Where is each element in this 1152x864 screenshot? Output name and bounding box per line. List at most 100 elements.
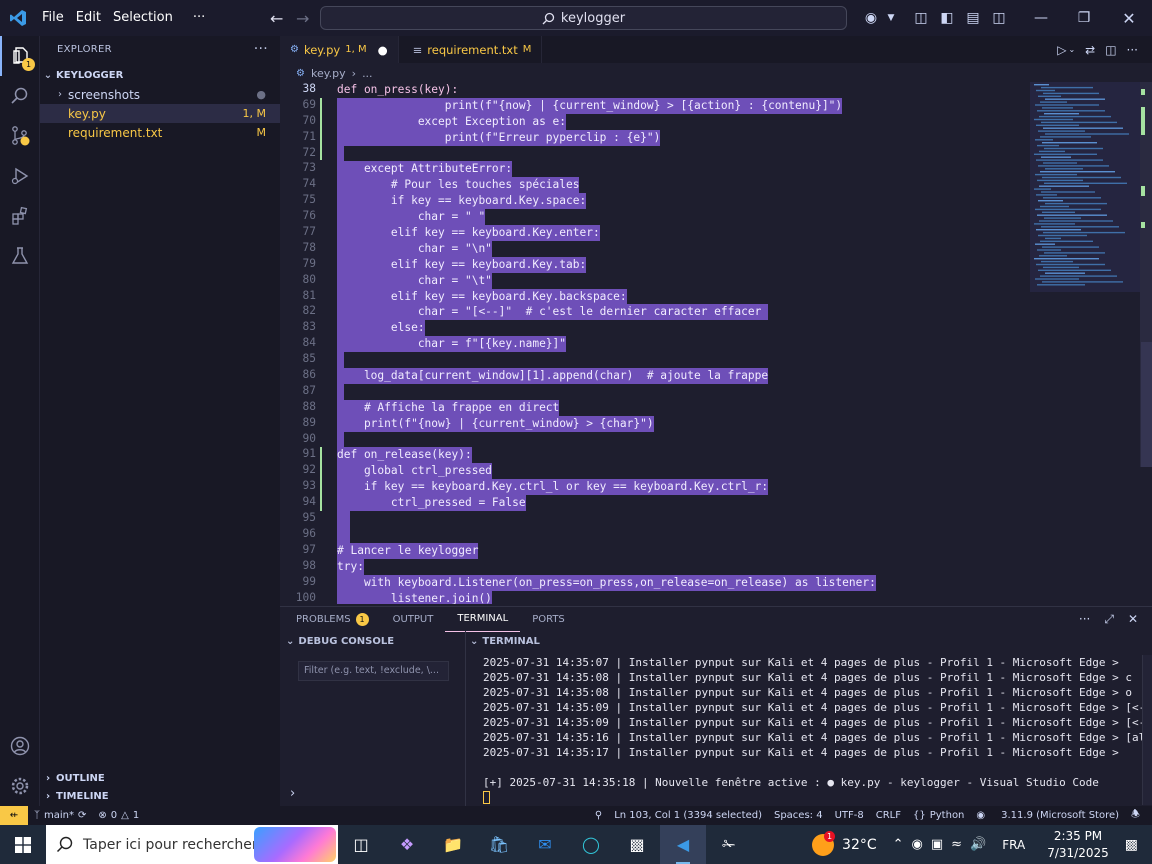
chevron-down-icon[interactable]: ▼	[884, 0, 898, 36]
tray-chevron-up-icon[interactable]: ⌃	[893, 837, 904, 852]
tab-requirement[interactable]: ≡ requirement.txt M	[399, 36, 543, 63]
indentation[interactable]: Spaces: 4	[768, 806, 829, 825]
tree-item-key-py[interactable]: key.py 1, M	[40, 104, 280, 123]
command-center-search[interactable]: keylogger	[320, 6, 847, 30]
snipping-tool-icon[interactable]: ✁	[706, 825, 752, 864]
maximize-panel-icon[interactable]: ⤢	[1104, 612, 1114, 627]
menu-edit[interactable]: Edit	[70, 0, 107, 36]
compare-changes-icon[interactable]: ⇄	[1085, 43, 1095, 57]
debug-console-header[interactable]: ⌄ DEBUG CONSOLE	[280, 631, 465, 651]
sync-icon[interactable]: ⟳	[78, 810, 86, 821]
clock[interactable]: 2:35 PM 7/31/2025	[1035, 828, 1121, 862]
wifi-icon[interactable]: ≈	[951, 837, 962, 852]
explorer-icon[interactable]: 1	[0, 36, 40, 76]
filter-placeholder: Filter (e.g. text, !exclude, \...	[304, 665, 439, 676]
tab-terminal[interactable]: TERMINAL	[445, 607, 521, 632]
close-panel-icon[interactable]: ✕	[1128, 612, 1138, 627]
tab-output[interactable]: OUTPUT	[381, 607, 446, 632]
code-editor[interactable]: 38 def on_press(key): 69 print(f"{now} | {…	[280, 82, 1028, 604]
minimap[interactable]	[1030, 82, 1140, 292]
testing-flask-icon[interactable]	[0, 236, 40, 276]
remote-indicator[interactable]: ⇷	[0, 806, 28, 825]
run-dropdown-icon[interactable]: ⌄	[1068, 45, 1075, 54]
network-icon[interactable]: ▣	[931, 837, 943, 852]
editor-scrollbar[interactable]	[1140, 82, 1152, 604]
forward-arrow-icon[interactable]: →	[288, 9, 317, 28]
branch-indicator[interactable]: ᛉ main* ⟳	[28, 806, 92, 825]
edge-browser-icon[interactable]: ◯	[568, 825, 614, 864]
toggle-sidebar-icon[interactable]: ◧	[934, 0, 960, 36]
tab-problems[interactable]: PROBLEMS 1	[284, 607, 381, 632]
outline-section[interactable]: › OUTLINE	[40, 769, 280, 788]
search-sidebar-icon[interactable]	[0, 76, 40, 116]
task-view-icon[interactable]: ◫	[338, 825, 384, 864]
manage-gear-icon[interactable]	[0, 766, 40, 806]
terminal-app-icon[interactable]: ▩	[614, 825, 660, 864]
source-control-icon[interactable]	[0, 116, 40, 156]
braces-icon: {}	[913, 810, 926, 821]
toggle-secondary-sidebar-icon[interactable]: ◫	[986, 0, 1012, 36]
code-text: char = "[<--]" # c'est le dernier caract…	[337, 304, 769, 321]
microsoft-store-icon[interactable]: 🛍	[476, 825, 522, 864]
explorer-more-icon[interactable]: ···	[254, 41, 268, 57]
breadcrumb-rest[interactable]: ...	[362, 67, 373, 80]
close-window-icon[interactable]: ✕	[1106, 0, 1152, 36]
tab-key-py[interactable]: ⚙ key.py 1, M ●	[280, 36, 399, 63]
minimize-icon[interactable]: —	[1020, 0, 1062, 36]
notifications-bell-icon[interactable]: 🕭	[1125, 806, 1152, 825]
run-icon[interactable]: ▷	[1057, 43, 1066, 57]
encoding[interactable]: UTF-8	[829, 806, 870, 825]
branch-name: main*	[44, 810, 74, 821]
zoom-icon[interactable]: ⚲	[589, 806, 608, 825]
title-bar: File Edit Selection ··· ← → keylogger ◉ …	[0, 0, 1152, 36]
filter-input[interactable]: Filter (e.g. text, !exclude, \...	[298, 661, 449, 681]
cursor-position[interactable]: Ln 103, Col 1 (3394 selected)	[608, 806, 768, 825]
tree-item-requirement[interactable]: requirement.txt M	[40, 123, 280, 142]
extensions-icon[interactable]	[0, 196, 40, 236]
volume-icon[interactable]: 🔊	[970, 837, 986, 852]
back-arrow-icon[interactable]: ←	[262, 9, 291, 28]
split-editor-icon[interactable]: ◫	[1105, 43, 1116, 57]
minimap-line	[1037, 284, 1085, 286]
run-debug-icon[interactable]	[0, 156, 40, 196]
menu-more[interactable]: ···	[187, 0, 211, 36]
timeline-label: TIMELINE	[56, 791, 109, 802]
chevron-down-icon: ⌄	[470, 635, 479, 647]
windows-start-icon[interactable]	[0, 825, 46, 864]
chevron-right-icon[interactable]: ›	[290, 786, 295, 801]
terminal[interactable]: ⌄ TERMINAL 2025-07-31 14:35:07 | Install…	[466, 631, 1152, 806]
customize-layout-icon[interactable]: ◫	[908, 0, 934, 36]
breadcrumb-file[interactable]: key.py	[311, 67, 346, 80]
notification-center-icon[interactable]: ▩	[1121, 837, 1152, 853]
line-endings[interactable]: CRLF	[870, 806, 907, 825]
language-mode[interactable]: {} Python	[907, 806, 970, 825]
timeline-section[interactable]: › TIMELINE	[40, 787, 280, 806]
menu-selection[interactable]: Selection	[107, 0, 179, 36]
code-line: 90	[280, 431, 1028, 448]
project-folder[interactable]: ⌄ KEYLOGGER	[40, 66, 280, 85]
unsaved-dot-icon[interactable]: ●	[378, 43, 388, 57]
outlook-icon[interactable]: ✉	[522, 825, 568, 864]
copilot-app-icon[interactable]: ❖	[384, 825, 430, 864]
tree-item-screenshots[interactable]: › screenshots ●	[40, 85, 280, 104]
python-interpreter[interactable]: ◉ 3.11.9 (Microsoft Store)	[970, 806, 1125, 825]
restore-icon[interactable]: ❐	[1062, 0, 1106, 36]
vscode-app-icon[interactable]: ◀	[660, 825, 706, 864]
menu-file[interactable]: File	[36, 0, 70, 36]
taskbar-search-box[interactable]: Taper ici pour rechercher	[46, 825, 338, 864]
weather-widget[interactable]: 1 32°C	[812, 825, 887, 864]
problems-indicator[interactable]: ⊗ 0 △ 1	[92, 806, 145, 825]
account-icon[interactable]	[0, 726, 40, 766]
panel-more-icon[interactable]: ···	[1079, 612, 1090, 627]
code-line: 71 print(f"Erreur pyperclip : {e}")	[280, 129, 1028, 146]
input-language[interactable]: FRA	[992, 838, 1035, 852]
toggle-panel-icon[interactable]: ▤	[960, 0, 986, 36]
tab-ports[interactable]: PORTS	[520, 607, 577, 632]
minimap-line	[1042, 176, 1121, 179]
copilot-icon[interactable]: ◉	[858, 0, 884, 36]
file-explorer-icon[interactable]: 📁	[430, 825, 476, 864]
terminal-scrollbar[interactable]	[1142, 655, 1152, 805]
tray-app-icon[interactable]: ◉	[912, 837, 923, 852]
terminal-header[interactable]: ⌄ TERMINAL	[466, 631, 1152, 651]
editor-more-icon[interactable]: ···	[1127, 43, 1138, 57]
